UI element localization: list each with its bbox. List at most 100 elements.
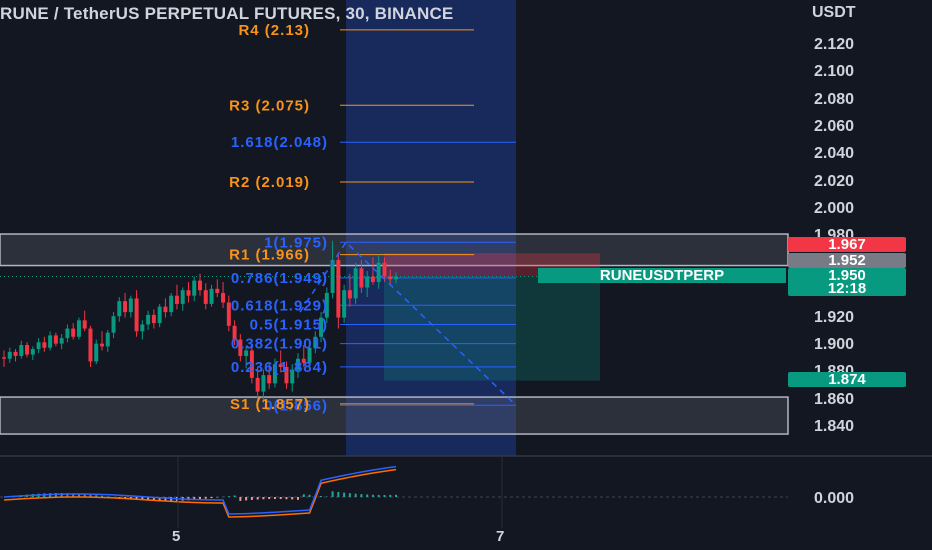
price-tick: 1.840 [814,418,855,435]
candle-body [100,343,104,347]
candle-body [76,320,81,337]
candle-body [342,290,347,318]
candle-body [111,316,116,333]
highlight-range [346,0,516,456]
pivot-label: R4 (2.13) [238,22,310,39]
candle [186,281,191,303]
candle-body [180,290,185,304]
candle-body [203,290,208,304]
candle [134,290,139,337]
mid-price-tag: 1.952 [788,253,906,268]
candle-body [94,343,99,362]
candle-body [221,292,226,303]
candle [100,331,104,351]
candle [157,303,162,328]
candle [42,336,47,352]
macd-zero-tick: 0.000 [814,490,855,507]
pivot-label: R2 (2.019) [229,174,310,191]
candle [65,324,70,343]
candle [163,298,168,318]
candle [88,325,93,367]
candle [215,279,220,298]
fib-label: 0.786(1.949) [231,270,328,287]
candle-body [163,306,168,313]
candle [30,346,35,361]
candle [117,297,122,322]
candle-body [382,262,387,277]
candle [25,342,30,358]
candle-body [65,328,70,339]
candle [71,323,76,340]
candle-body [7,351,12,359]
candle [7,347,12,363]
pivot-label: S1 (1.857) [230,396,310,413]
candle [53,332,58,347]
candle [48,331,53,351]
candle [353,262,358,304]
fib-label: 1.618(2.048) [231,134,328,151]
candle-body [25,345,30,355]
candle [36,338,41,354]
candle-body [36,342,41,350]
price-tick: 2.120 [814,36,855,53]
price-tick: 2.080 [814,91,855,108]
price-tick: 2.040 [814,145,855,162]
candle-body [123,301,128,313]
candle-body [105,332,110,347]
candle [336,254,341,329]
candle [13,349,18,362]
candle-body [151,314,156,324]
candle-body [157,306,162,324]
fib-label: 0.618(1.929) [231,297,328,314]
candle [19,340,24,359]
price-tick: 1.920 [814,309,855,326]
chart-title: RUNE / TetherUS PERPETUAL FUTURES, 30, B… [0,4,454,23]
candle-body [359,268,364,288]
candle-body [2,357,6,359]
candle-body [48,335,53,348]
price-tick: 1.900 [814,336,855,353]
candle-body [370,276,375,282]
candle [169,292,174,317]
candle [221,281,226,309]
candle-body [128,298,133,313]
candle-body [174,295,179,304]
candle-body [82,320,87,329]
candle-body [42,342,47,348]
candle [140,320,145,340]
candle-body [169,295,174,313]
candle [174,284,179,310]
take-profit-zone [384,276,600,381]
candle-body [53,335,58,344]
candle-body [198,280,202,291]
candle [192,276,197,302]
candle [94,339,99,365]
symbol-tag: RUNEUSDTPERP [538,268,786,283]
candle-body [261,375,266,392]
candle [128,295,133,318]
candle-body [19,345,24,356]
candle-body [336,260,341,318]
candle-body [117,301,122,317]
time-tick: 5 [172,528,181,545]
candle-body [140,324,145,332]
target-price-tag: 1.874 [788,372,906,387]
candle [146,310,151,330]
candle [180,287,185,311]
macd-line [3,465,397,515]
candle [2,350,6,367]
candle-body [13,351,18,356]
fib-label: 0.236(1.884) [231,359,328,376]
candle-body [376,262,381,282]
fib-label: 0.382(1.901) [231,336,328,353]
price-tick: 2.100 [814,63,855,80]
candle-body [30,349,35,355]
price-tick: 1.860 [814,391,855,408]
candle [203,283,208,310]
candle-body [192,280,197,296]
candle-body [353,268,358,299]
candle-body [146,314,151,325]
candle-body [88,328,93,362]
candle [105,329,110,352]
candle [198,273,202,296]
